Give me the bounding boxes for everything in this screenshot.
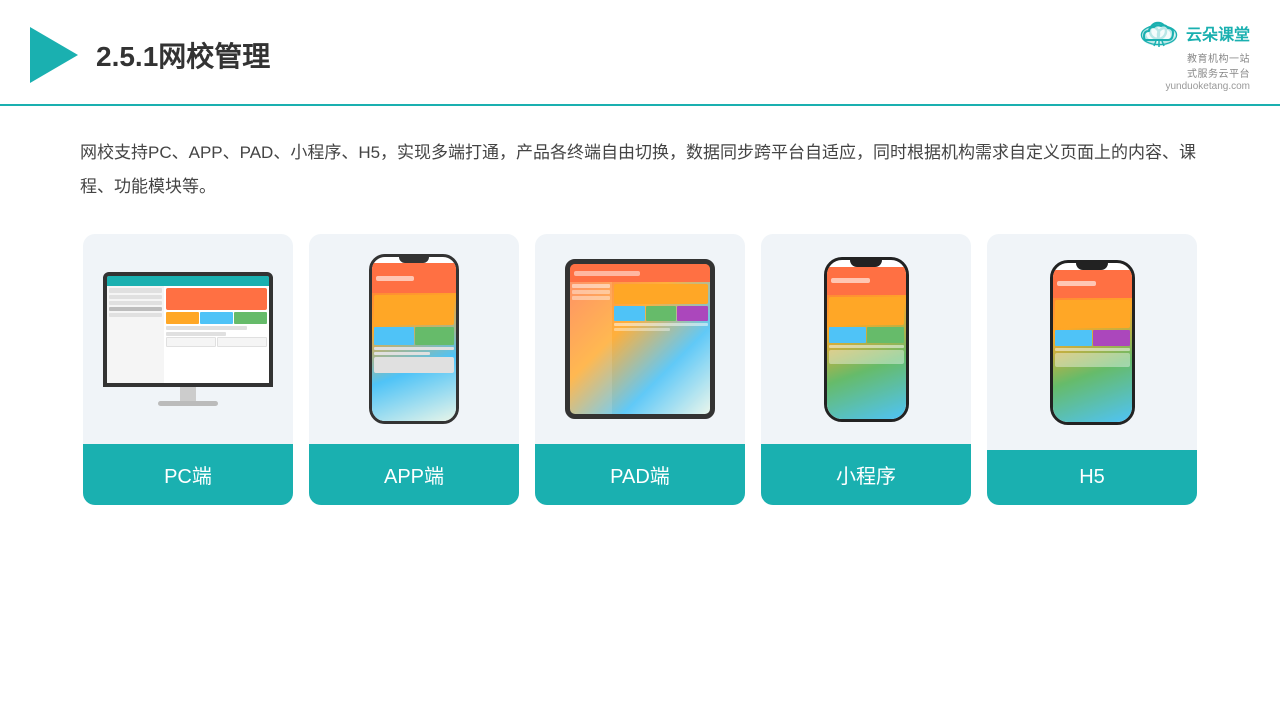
card-app: APP端	[309, 234, 519, 505]
header: 2.5.1网校管理 云朵课堂 教育机构一站 式服务云平台 yunduoket	[0, 0, 1280, 106]
card-h5: H5	[987, 234, 1197, 505]
card-app-label: APP端	[309, 444, 519, 505]
card-miniprogram-image	[761, 234, 971, 444]
card-pc: PC端	[83, 234, 293, 505]
brand-url: yunduoketang.com	[1165, 81, 1250, 92]
cloud-icon	[1138, 18, 1180, 48]
brand-logo: 云朵课堂	[1138, 18, 1250, 48]
card-miniprogram-label: 小程序	[761, 444, 971, 505]
card-pad: PAD端	[535, 234, 745, 505]
card-h5-label: H5	[987, 450, 1197, 505]
miniprogram-phone-icon	[824, 257, 909, 422]
card-miniprogram: 小程序	[761, 234, 971, 505]
brand-name: 云朵课堂	[1186, 21, 1250, 45]
h5-phone-icon	[1050, 260, 1135, 425]
cards-container: PC端	[0, 224, 1280, 505]
page-title: 2.5.1网校管理	[96, 35, 270, 75]
header-left: 2.5.1网校管理	[30, 27, 270, 83]
pc-monitor-icon	[103, 272, 273, 406]
card-app-image	[309, 234, 519, 444]
description-text: 网校支持PC、APP、PAD、小程序、H5，实现多端打通，产品各终端自由切换，数…	[0, 106, 1280, 224]
brand-sub: 教育机构一站 式服务云平台	[1187, 50, 1250, 80]
card-pc-image	[83, 234, 293, 444]
card-pad-image	[535, 234, 745, 444]
pad-tablet-icon	[565, 259, 715, 419]
card-h5-image	[987, 234, 1197, 450]
card-pc-label: PC端	[83, 444, 293, 505]
card-pad-label: PAD端	[535, 444, 745, 505]
logo-triangle-icon	[30, 27, 78, 83]
brand-area: 云朵课堂 教育机构一站 式服务云平台 yunduoketang.com	[1138, 18, 1250, 92]
app-phone-icon	[369, 254, 459, 424]
